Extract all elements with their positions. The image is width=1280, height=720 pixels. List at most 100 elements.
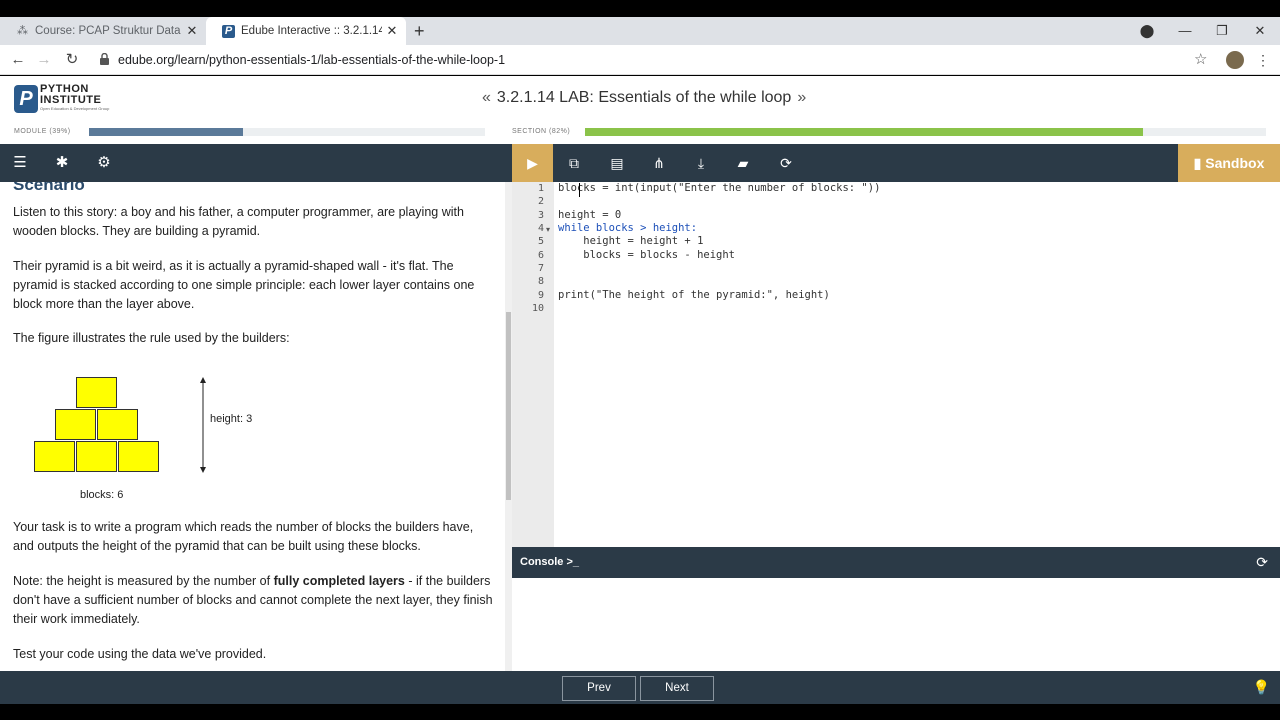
download-icon[interactable]: ⤓ [691, 144, 711, 182]
browser-tab-course[interactable]: ⁂ Course: PCAP Struktur Data B 20... ✕ [0, 17, 206, 45]
moodle-icon: ⁂ [17, 24, 28, 37]
minimize-icon[interactable]: — [1170, 17, 1200, 45]
next-lesson-icon[interactable]: » [797, 89, 806, 106]
bottom-frame [0, 704, 1280, 720]
line-number: 10 [531, 303, 544, 314]
module-progress-bar [89, 128, 485, 136]
line-number: 4 [537, 223, 544, 234]
code-line[interactable]: print("The height of the pyramid:", heig… [558, 289, 830, 301]
back-icon[interactable]: ← [8, 45, 28, 75]
document-icon: ▮ [1193, 155, 1206, 171]
console-output[interactable] [512, 578, 1280, 671]
code-line[interactable]: blocks = blocks - height [558, 249, 735, 261]
lesson-title: 3.2.1.14 LAB: Essentials of the while lo… [496, 89, 792, 106]
line-number: 8 [537, 276, 544, 287]
address-bar: ← → ↻ edube.org/learn/python-essentials-… [0, 45, 1280, 75]
paragraph-pyramid: Their pyramid is a bit weird, as it is a… [13, 259, 475, 311]
lesson-nav: « 3.2.1.14 LAB: Essentials of the while l… [476, 89, 812, 107]
bookmark-star-icon[interactable]: ☆ [1194, 45, 1207, 75]
pyramid-block [76, 377, 117, 408]
tab-title: Course: PCAP Struktur Data B 20... [35, 25, 182, 37]
paragraph-task: Your task is to write a program which re… [13, 520, 474, 553]
lock-icon [100, 53, 109, 65]
paragraph-figure-intro: The figure illustrates the rule used by … [13, 331, 290, 345]
close-icon[interactable]: ✕ [182, 23, 202, 39]
fold-arrow-icon[interactable]: ▾ [546, 225, 550, 234]
paragraph-story: Listen to this story: a boy and his fath… [13, 205, 464, 238]
python-institute-icon: P [222, 24, 235, 38]
share-icon[interactable]: ⋔ [649, 144, 669, 182]
logo-line-2: INSTITUTE [40, 94, 102, 106]
code-line[interactable]: height = height + 1 [558, 235, 703, 247]
paste-icon[interactable]: ▤ [607, 144, 627, 182]
run-icon: ▶ [527, 155, 538, 171]
prev-button[interactable]: Prev [562, 676, 636, 701]
section-progress-label: SECTION (82%) [512, 128, 571, 135]
next-button[interactable]: Next [640, 676, 714, 701]
menu-icon[interactable]: ☰ [10, 144, 30, 182]
pyramid-block [118, 441, 159, 472]
code-line[interactable]: while blocks > height: [558, 222, 697, 234]
browser-tab-bar: ⁂ Course: PCAP Struktur Data B 20... ✕ P… [0, 17, 1280, 45]
pyramid-block [55, 409, 96, 440]
code-line[interactable]: height = 0 [558, 209, 621, 221]
reset-icon[interactable]: ⟳ [776, 144, 796, 182]
console-header: Console >_ ⟳ [512, 547, 1280, 578]
module-progress-label: MODULE (39%) [14, 128, 71, 135]
browser-menu-icon[interactable]: ⋮ [1256, 45, 1270, 75]
pyramid-figure: height: 3 blocks: 6 [30, 372, 270, 502]
maximize-icon[interactable]: ❐ [1207, 17, 1237, 45]
forward-icon[interactable]: → [34, 45, 54, 75]
browser-tab-edube[interactable]: P Edube Interactive :: 3.2.1.14 LAB: ✕ [206, 17, 406, 45]
window-close-icon[interactable]: ✕ [1245, 17, 1275, 45]
figure-height-label: height: 3 [210, 413, 253, 425]
page-footer: Prev Next 💡 [0, 671, 1280, 704]
new-tab-button[interactable]: + [414, 17, 425, 45]
paragraph-note: Note: the height is measured by the numb… [13, 572, 495, 629]
instructions-scrollbar[interactable] [505, 182, 512, 671]
profile-menu-icon[interactable]: ⬤ [1132, 17, 1162, 45]
scrollbar-thumb[interactable] [506, 312, 511, 500]
paragraph-test: Test your code using the data we've prov… [13, 647, 267, 661]
line-gutter: 1 2 3 4 ▾ 5 6 7 8 9 10 [512, 182, 554, 547]
python-institute-logo: P [14, 85, 38, 113]
pyramid-block [97, 409, 138, 440]
module-progress-fill [89, 128, 244, 136]
line-number: 1 [537, 183, 544, 194]
page-header: P PYTHON INSTITUTE Open Education & Deve… [0, 76, 1280, 144]
console-refresh-icon[interactable]: ⟳ [1256, 547, 1268, 578]
tab-title: Edube Interactive :: 3.2.1.14 LAB: [241, 25, 382, 37]
code-editor[interactable]: 1 2 3 4 ▾ 5 6 7 8 9 10 blocks = int(inpu… [512, 182, 1280, 547]
pyramid-block [34, 441, 75, 472]
run-button[interactable]: ▶ [512, 144, 553, 182]
open-folder-icon[interactable]: ▰ [733, 144, 753, 182]
text-cursor [579, 183, 580, 197]
bug-icon[interactable]: ✱ [52, 144, 72, 182]
profile-avatar[interactable] [1226, 51, 1244, 69]
instructions-panel: Scenario Listen to this story: a boy and… [0, 182, 512, 671]
note-text: Note: the height is measured by the numb… [13, 574, 274, 588]
prev-lesson-icon[interactable]: « [482, 89, 491, 106]
sandbox-button[interactable]: ▮ Sandbox [1178, 144, 1280, 182]
reload-icon[interactable]: ↻ [62, 45, 82, 75]
line-number: 3 [537, 210, 544, 221]
line-number: 2 [537, 196, 544, 207]
lightbulb-hint-icon[interactable]: 💡 [1253, 671, 1270, 704]
code-line[interactable]: blocks = int(input("Enter the number of … [558, 182, 880, 194]
copy-icon[interactable]: ⧉ [564, 144, 584, 182]
settings-gear-icon[interactable]: ⚙ [94, 144, 114, 182]
section-progress-bar [585, 128, 1266, 136]
close-icon[interactable]: ✕ [382, 23, 402, 39]
url-input[interactable]: edube.org/learn/python-essentials-1/lab-… [118, 45, 505, 75]
height-arrow [200, 377, 206, 473]
section-progress-fill [585, 128, 1144, 136]
logo-text: PYTHON INSTITUTE [40, 84, 101, 106]
line-number: 5 [537, 236, 544, 247]
line-number: 6 [537, 250, 544, 261]
instructions-toolbar: ☰ ✱ ⚙ [0, 144, 512, 182]
top-frame [0, 0, 1280, 17]
note-bold: fully completed layers [273, 574, 405, 588]
figure-blocks-label: blocks: 6 [80, 489, 124, 501]
editor-toolbar: ▶ ⧉ ▤ ⋔ ⤓ ▰ ⟳ ▮ Sandbox [512, 144, 1280, 182]
pyramid-block [76, 441, 117, 472]
